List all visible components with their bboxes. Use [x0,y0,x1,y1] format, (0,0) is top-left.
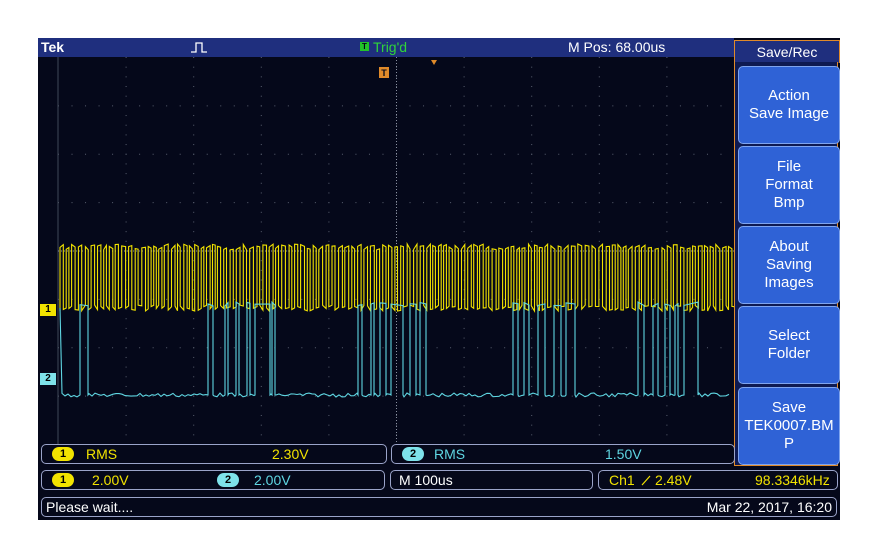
svg-text:T: T [381,68,387,78]
select-folder-button[interactable]: Select Folder [738,306,840,384]
channel-2-ground-marker: 2 [40,373,56,385]
ch1-measurement-name: RMS [86,446,118,462]
ch1-scale-badge: 1 [52,473,74,487]
ch2-badge: 2 [402,447,424,461]
oscilloscope-screen: Tek T Trig'd M Pos: 68.00us T 1 2 Save/R… [38,38,840,520]
trigger-level: 2.48V [655,472,692,488]
trigger-frequency: 98.3346kHz [755,472,830,488]
ch1-badge: 1 [52,447,74,461]
horizontal-position: M Pos: 68.00us [568,39,666,55]
ch2-measurement: 2 RMS 1.50V [391,444,735,464]
ch2-measurement-name: RMS [434,446,466,462]
rising-edge-icon [641,475,651,486]
status-message: Please wait.... [46,499,134,515]
file-format-button[interactable]: File Format Bmp [738,146,840,224]
ch1-measurement-value: 2.30V [272,446,309,462]
channel-1-ground-marker: 1 [40,304,56,316]
vertical-scale-readout[interactable]: 1 2.00V 2 2.00V [41,470,385,490]
trigger-readout[interactable]: Ch1 2.48V 98.3346kHz [598,470,838,490]
status-bar: Tek T Trig'd M Pos: 68.00us [38,38,734,57]
waveform-display: T [57,57,734,444]
action-save-image-button[interactable]: Action Save Image [738,66,840,144]
timebase-readout[interactable]: M 100us [390,470,593,490]
menu-title: Save/Rec [734,40,840,63]
date-time: Mar 22, 2017, 16:20 [706,499,832,515]
brand-label: Tek [41,39,65,55]
channel-1-waveform [59,241,734,313]
ch2-measurement-value: 1.50V [605,446,642,462]
trigger-status: Trig'd [373,39,408,55]
trigger-source: Ch1 [609,472,635,488]
ch2-scale-badge: 2 [217,473,239,487]
message-bar: Please wait.... Mar 22, 2017, 16:20 [41,497,837,517]
ch2-volts-per-div: 2.00V [254,472,291,488]
channel-2-waveform [59,300,730,399]
pulse-run-icon [191,42,207,53]
ch1-volts-per-div: 2.00V [92,472,129,488]
timebase-value: M 100us [399,472,453,488]
trigger-position-marker: T [379,60,437,78]
ch1-measurement: 1 RMS 2.30V [41,444,387,464]
trigger-icon: T [360,42,369,51]
save-file-button[interactable]: Save TEK0007.BM P [738,387,840,465]
about-saving-images-button[interactable]: About Saving Images [738,226,840,304]
